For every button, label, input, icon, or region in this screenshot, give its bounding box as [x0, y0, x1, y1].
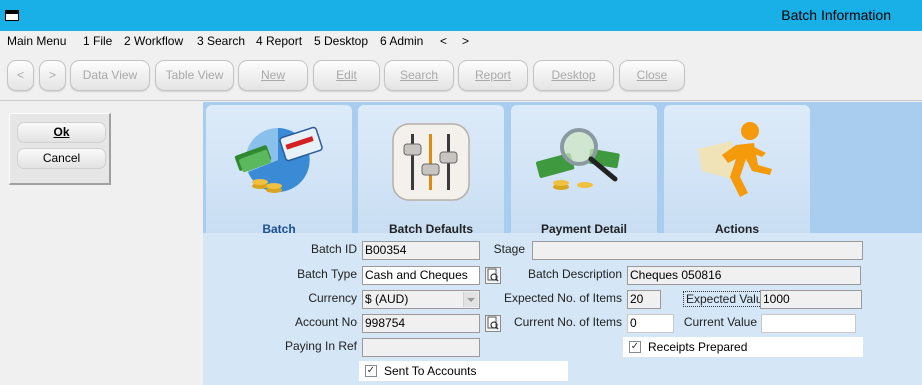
- stage-label: Stage: [493, 242, 525, 256]
- mixer-sliders-icon: [392, 123, 470, 201]
- data-view-button[interactable]: Data View: [70, 60, 150, 91]
- search-button[interactable]: Search: [384, 60, 454, 91]
- current-value-label: Current Value: [683, 315, 757, 329]
- receipts-prepared-checkbox[interactable]: ✓: [629, 341, 641, 353]
- stage-field[interactable]: [532, 241, 863, 260]
- receipts-prepared-row: ✓ Receipts Prepared: [623, 337, 863, 357]
- tab-batch-defaults[interactable]: Batch Defaults: [358, 105, 504, 236]
- app-window-icon: [5, 10, 19, 21]
- batch-description-label: Batch Description: [527, 267, 622, 281]
- menu-file[interactable]: 1 File: [83, 34, 112, 48]
- new-button-label: New: [260, 68, 285, 82]
- search-button-label: Search: [399, 68, 439, 82]
- paying-in-ref-field[interactable]: [362, 338, 480, 357]
- forward-button[interactable]: >: [39, 60, 66, 91]
- sent-to-accounts-checkbox[interactable]: ✓: [365, 365, 377, 377]
- menu-main-menu[interactable]: Main Menu: [7, 34, 66, 48]
- desktop-button-label: Desktop: [551, 68, 596, 82]
- edit-button[interactable]: Edit: [313, 60, 380, 91]
- left-pane: Ok Cancel: [0, 102, 203, 385]
- expected-value-field[interactable]: 1000: [760, 290, 862, 309]
- desktop-button[interactable]: Desktop: [533, 60, 614, 91]
- cancel-button[interactable]: Cancel: [17, 148, 106, 169]
- tab-payment-detail-label: Payment Detail: [540, 222, 628, 236]
- new-button[interactable]: New: [238, 60, 308, 91]
- magnifier-money-icon: [535, 123, 623, 201]
- tab-actions[interactable]: Actions: [664, 105, 810, 236]
- tab-batch-defaults-label: Batch Defaults: [388, 222, 474, 236]
- tab-strip: Batch Batch Defaults Payment Detail Acti…: [203, 102, 922, 236]
- menu-scroll-left[interactable]: <: [440, 34, 447, 48]
- tab-payment-detail[interactable]: Payment Detail: [511, 105, 657, 236]
- expected-items-field[interactable]: 20: [627, 290, 661, 309]
- batch-description-field[interactable]: Cheques 050816: [627, 266, 861, 285]
- menu-search[interactable]: 3 Search: [197, 34, 245, 48]
- menu-scroll-right[interactable]: >: [462, 34, 469, 48]
- menu-desktop[interactable]: 5 Desktop: [314, 34, 368, 48]
- window-title: Batch Information: [781, 7, 891, 23]
- edit-button-label: Edit: [336, 68, 357, 82]
- close-button[interactable]: Close: [619, 60, 685, 91]
- toolbar: < > Data View Table View New Edit Search…: [0, 51, 922, 101]
- dialog-button-panel: Ok Cancel: [9, 113, 111, 185]
- menu-bar: Main Menu 1 File 2 Workflow 3 Search 4 R…: [0, 31, 922, 51]
- current-value-field[interactable]: [761, 314, 856, 333]
- expected-items-label: Expected No. of Items: [503, 291, 622, 305]
- close-button-label: Close: [636, 68, 668, 82]
- credit-card-money-icon: [234, 123, 323, 201]
- tab-batch-label: Batch: [262, 222, 296, 236]
- paying-in-ref-label: Paying In Ref: [284, 339, 357, 353]
- table-view-button[interactable]: Table View: [155, 60, 234, 91]
- expected-value-label: Expected Value: [683, 291, 773, 307]
- title-bar: Batch Information: [0, 0, 922, 31]
- running-man-icon: [698, 122, 776, 201]
- sent-to-accounts-row: ✓ Sent To Accounts: [359, 361, 568, 381]
- tab-batch[interactable]: Batch: [206, 105, 352, 236]
- ok-button[interactable]: Ok: [17, 122, 106, 143]
- tab-actions-label: Actions: [714, 222, 759, 236]
- menu-admin[interactable]: 6 Admin: [380, 34, 423, 48]
- main-content: Batch Batch Defaults Payment Detail Acti…: [203, 102, 922, 385]
- sent-to-accounts-label: Sent To Accounts: [384, 364, 477, 378]
- menu-report[interactable]: 4 Report: [256, 34, 302, 48]
- ok-button-label: Ok: [53, 125, 70, 139]
- receipts-prepared-label: Receipts Prepared: [648, 340, 748, 354]
- back-button[interactable]: <: [7, 60, 34, 91]
- report-button[interactable]: Report: [458, 60, 528, 91]
- report-button-label: Report: [474, 68, 512, 82]
- menu-workflow[interactable]: 2 Workflow: [124, 34, 183, 48]
